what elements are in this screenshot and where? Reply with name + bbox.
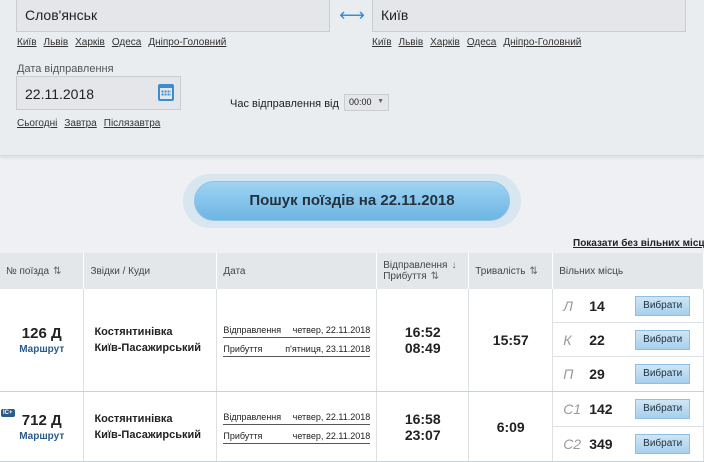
date-value: 22.11.2018 <box>25 86 95 102</box>
date-quick-links: Сьогодні Завтра Післязавтра <box>17 118 167 129</box>
from-station-input[interactable]: Слов'янськ <box>16 0 330 32</box>
show-without-seats-link[interactable]: Показати без вільних місць <box>573 238 704 249</box>
date-quick-link-tomorrow[interactable]: Завтра <box>64 118 96 129</box>
duration-cell: 6:09 <box>468 391 554 462</box>
date-label: Дата відправлення <box>17 63 114 75</box>
time-value: 00:00 <box>349 97 372 107</box>
to-station: Київ-Пасажирський <box>94 342 202 354</box>
seat-class: П <box>563 366 574 382</box>
from-quick-link-odesa[interactable]: Одеса <box>112 37 142 48</box>
departure-time: 16:58 <box>404 410 441 427</box>
select-button[interactable]: Вибрати <box>635 329 691 350</box>
to-station: Київ-Пасажирський <box>94 428 202 441</box>
departure-date: четвер, 22.11.2018 <box>292 411 371 422</box>
departure-label: Відправлення <box>223 325 282 335</box>
departure-date: четвер, 22.11.2018 <box>292 325 371 335</box>
seat-class-row: П 29 Вибрати <box>553 357 703 391</box>
seat-class: Л <box>563 297 573 314</box>
table-row: 126 Д Маршрут Костянтинівка Київ-Пасажир… <box>0 289 704 392</box>
header-date: Дата <box>216 253 378 289</box>
route-link[interactable]: Маршрут <box>6 344 77 355</box>
to-quick-link-dnipro[interactable]: Дніпро-Головний <box>503 37 581 48</box>
seat-class-row: С1 142 Вибрати <box>553 393 703 427</box>
times-cell: 16:52 08:49 <box>376 289 470 392</box>
from-station: Костянтинівка <box>94 412 173 425</box>
calendar-icon[interactable] <box>158 84 174 101</box>
departure-time: 16:52 <box>404 324 441 340</box>
search-trains-button[interactable]: Пошук поїздів на 22.11.2018 <box>194 181 510 221</box>
arrival-date: четвер, 22.11.2018 <box>292 430 371 441</box>
trains-table: № поїзда ⇅ Звідки / Куди Дата Відправленн… <box>0 253 704 462</box>
header-train-number[interactable]: № поїзда ⇅ <box>0 253 85 289</box>
select-button[interactable]: Вибрати <box>635 295 691 316</box>
header-seats: Вільних місць <box>552 253 704 289</box>
arrival-label: Прибуття <box>223 344 263 354</box>
seat-class-row: К 22 Вибрати <box>553 323 703 357</box>
sort-icon: ⇅ <box>53 265 62 277</box>
header-route: Звідки / Куди <box>83 253 218 289</box>
dates-cell: Відправлення четвер, 22.11.2018 Прибуття п… <box>216 289 378 392</box>
stations-cell: Костянтинівка Київ-Пасажирський <box>83 391 218 462</box>
train-number: 712 Д <box>21 411 62 429</box>
time-select[interactable]: 00:00 ▼ <box>344 94 389 111</box>
select-button[interactable]: Вибрати <box>635 433 691 454</box>
header-departure-arrival[interactable]: Відправлення ↓ Прибуття ⇅ <box>376 253 470 289</box>
header-duration[interactable]: Тривалість ⇅ <box>468 253 554 289</box>
to-quick-link-lviv[interactable]: Львів <box>399 37 424 48</box>
from-quick-link-kyiv[interactable]: Київ <box>17 37 37 48</box>
arrival-time: 08:49 <box>404 340 441 356</box>
train-number-cell: 126 Д Маршрут <box>0 289 85 392</box>
sort-icon: ⇅ <box>529 265 538 277</box>
seat-class-row: Л 14 Вибрати <box>553 289 703 323</box>
seat-class: С1 <box>563 401 582 417</box>
arrival-time: 23:07 <box>404 426 441 443</box>
to-quick-link-odesa[interactable]: Одеса <box>467 37 497 48</box>
search-button-wrapper: Пошук поїздів на 22.11.2018 <box>183 174 521 228</box>
date-input[interactable]: 22.11.2018 <box>16 76 181 110</box>
select-button[interactable]: Вибрати <box>635 364 691 384</box>
table-header-row: № поїзда ⇅ Звідки / Куди Дата Відправленн… <box>0 253 704 289</box>
seat-class: С2 <box>563 435 582 452</box>
intercity-badge: IC+ <box>1 409 15 417</box>
date-quick-link-today[interactable]: Сьогодні <box>17 118 57 129</box>
arrival-date: п'ятниця, 23.11.2018 <box>285 344 371 354</box>
from-station: Костянтинівка <box>94 326 173 338</box>
dates-cell: Відправлення четвер, 22.11.2018 Прибуття ч… <box>216 391 378 462</box>
duration-cell: 15:57 <box>468 289 554 392</box>
from-quick-link-kharkiv[interactable]: Харків <box>75 37 105 48</box>
stations-cell: Костянтинівка Київ-Пасажирський <box>83 289 218 392</box>
swap-arrows-icon[interactable]: ⟷ <box>338 6 366 24</box>
date-quick-link-day-after[interactable]: Післязавтра <box>104 118 161 129</box>
train-number: 126 Д <box>21 325 62 342</box>
to-quick-link-kyiv[interactable]: Київ <box>372 37 392 48</box>
chevron-down-icon: ▼ <box>377 98 384 105</box>
from-quick-link-dnipro[interactable]: Дніпро-Головний <box>148 37 226 48</box>
to-station-input[interactable]: Київ <box>372 0 686 32</box>
to-quick-link-kharkiv[interactable]: Харків <box>430 37 460 48</box>
search-form-panel: Слов'янськ ⟷ Київ Київ Львів Харків Одеса Дн… <box>0 0 704 156</box>
from-quick-link-lviv[interactable]: Львів <box>44 37 69 48</box>
arrival-label: Прибуття <box>223 430 263 441</box>
to-quick-links: Київ Львів Харків Одеса Дніпро-Головний <box>372 37 588 48</box>
seats-cell: Л 14 Вибрати К 22 Вибрати П 29 Вибрати <box>552 289 704 392</box>
table-row: IC+ 712 Д Маршрут Костянтинівка Київ-Пас… <box>0 391 704 462</box>
departure-label: Відправлення <box>223 411 282 422</box>
times-cell: 16:58 23:07 <box>376 391 470 462</box>
time-label: Час відправлення від <box>230 98 339 110</box>
sort-icon: ⇅ <box>430 271 440 282</box>
from-quick-links: Київ Львів Харків Одеса Дніпро-Головний <box>17 37 233 48</box>
seat-class-row: С2 349 Вибрати <box>553 427 703 461</box>
select-button[interactable]: Вибрати <box>635 399 691 419</box>
train-number-cell: IC+ 712 Д Маршрут <box>0 391 85 462</box>
sort-down-icon: ↓ <box>451 260 457 271</box>
route-link[interactable]: Маршрут <box>6 431 77 442</box>
seats-cell: С1 142 Вибрати С2 349 Вибрати <box>552 391 704 462</box>
seat-class: К <box>563 331 572 348</box>
